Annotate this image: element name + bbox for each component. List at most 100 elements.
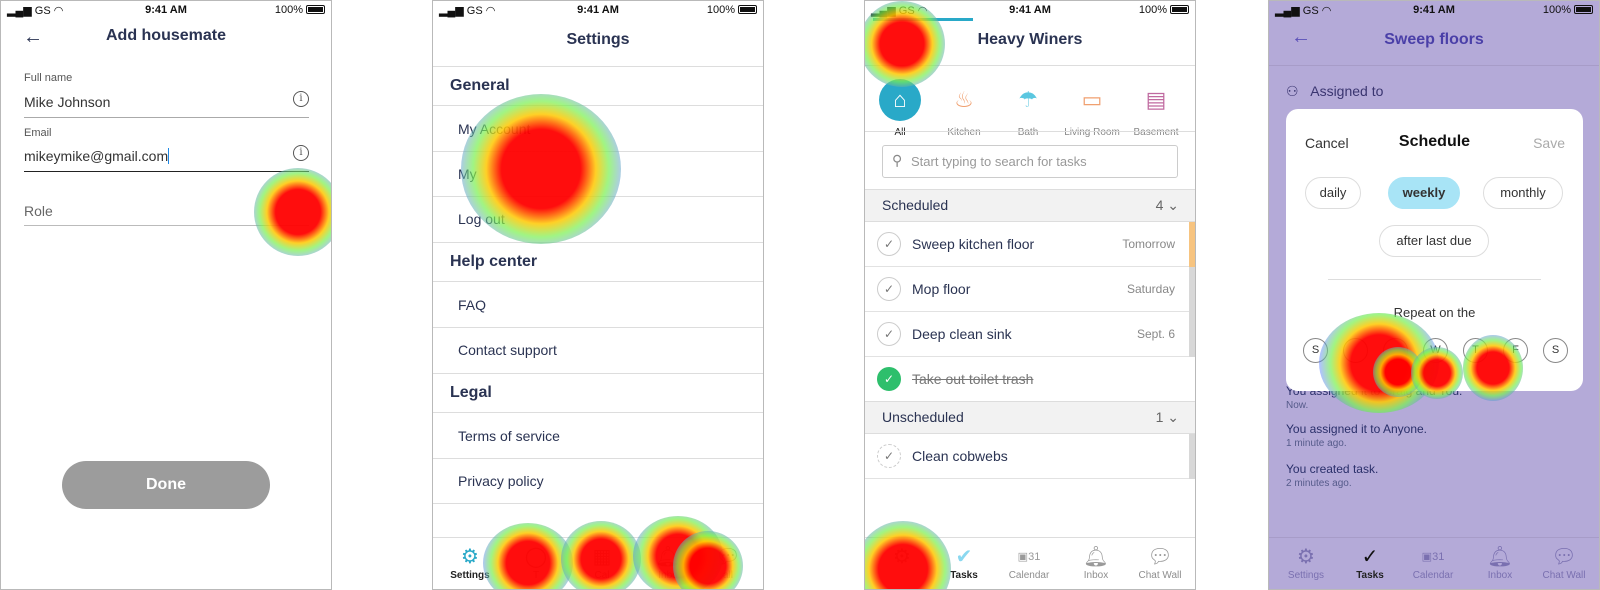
task-row-completed[interactable]: ✓ Take out toilet trash bbox=[865, 357, 1189, 402]
priority-bar bbox=[1189, 267, 1195, 312]
task-row[interactable]: ✓ Mop floor Saturday bbox=[865, 267, 1195, 312]
day-toggle[interactable]: S bbox=[1303, 338, 1328, 363]
day-toggle[interactable] bbox=[1383, 338, 1408, 363]
battery-icon bbox=[738, 5, 757, 14]
settings-item-my[interactable]: My bbox=[433, 152, 763, 197]
role-field[interactable]: Role bbox=[24, 203, 53, 219]
tab-settings[interactable]: ⚙ Settings bbox=[1273, 544, 1339, 581]
tab-inbox[interactable]: 🔔︎ Inbo bbox=[635, 544, 701, 581]
bell-icon: 🔔︎ bbox=[655, 546, 681, 568]
battery-percent: 100% bbox=[1138, 4, 1167, 16]
tab-tasks[interactable]: ◯ T bbox=[503, 544, 569, 581]
info-icon[interactable]: i bbox=[293, 91, 309, 107]
info-icon[interactable]: i bbox=[293, 145, 309, 161]
day-toggle[interactable]: F bbox=[1503, 338, 1528, 363]
status-bar: ▂▄▆ GS ◠ 9:41 AM 100% bbox=[865, 1, 1195, 19]
room-filter-living-room[interactable]: ▭ Living Room bbox=[1060, 79, 1124, 138]
gear-icon: ⚙ bbox=[461, 546, 479, 568]
room-filter-basement[interactable]: ▤ Basement bbox=[1124, 79, 1188, 138]
check-icon: ✓ bbox=[1361, 546, 1379, 568]
repeat-label: Repeat on the bbox=[1393, 305, 1476, 320]
option-weekly[interactable]: weekly bbox=[1388, 177, 1460, 209]
divider bbox=[1269, 65, 1599, 66]
settings-item-contact-support[interactable]: Contact support bbox=[433, 328, 763, 373]
room-filter-bath[interactable]: ☂ Bath bbox=[996, 79, 1060, 138]
search-input[interactable]: ⚲ Start typing to search for tasks bbox=[882, 145, 1178, 178]
task-row[interactable]: ✓ Sweep kitchen floor Tomorrow bbox=[865, 222, 1195, 267]
room-filter-all[interactable]: ⌂ All bbox=[868, 79, 932, 138]
email-label: Email bbox=[24, 127, 52, 139]
chat-icon: 💬︎ bbox=[715, 546, 741, 568]
unscheduled-count: 1 ⌄ bbox=[1155, 409, 1179, 425]
full-name-label: Full name bbox=[24, 72, 73, 84]
scheduled-count: 4 ⌄ bbox=[1155, 197, 1179, 213]
group-header-unscheduled[interactable]: Unscheduled 1 ⌄ bbox=[865, 401, 1195, 434]
bed-icon: ▭ bbox=[1081, 87, 1103, 112]
page-title: Add housemate bbox=[105, 27, 226, 44]
kitchen-icon: ♨ bbox=[954, 87, 974, 112]
tab-inbox[interactable]: 🔔︎ Inbox bbox=[1063, 544, 1129, 581]
tab-bar: ⚙ Settings ◯ T ▦ Cal 🔔︎ Inbo 💬︎ all bbox=[433, 537, 763, 589]
checkbox[interactable]: ✓ bbox=[877, 277, 901, 301]
tab-chat-wall[interactable]: 💬︎ Chat Wall bbox=[1531, 544, 1597, 581]
search-icon: ⚲ bbox=[892, 152, 903, 168]
settings-item-faq[interactable]: FAQ bbox=[433, 283, 763, 328]
day-toggle[interactable]: W bbox=[1423, 338, 1448, 363]
chat-icon: 💬︎ bbox=[1551, 546, 1577, 568]
calendar-icon: ▦ bbox=[592, 546, 612, 568]
activity-item: You created task. 2 minutes ago. bbox=[1286, 462, 1379, 489]
tab-chat-wall[interactable]: 💬︎ all bbox=[695, 544, 761, 581]
battery-percent: 100% bbox=[1542, 4, 1571, 16]
tab-inbox[interactable]: 🔔︎ Inbox bbox=[1467, 544, 1533, 581]
checkbox[interactable]: ✓ bbox=[877, 232, 901, 256]
settings-item-my-account[interactable]: My Account bbox=[433, 107, 763, 152]
room-filter-kitchen[interactable]: ♨ Kitchen bbox=[932, 79, 996, 138]
task-row[interactable]: ✓ Deep clean sink Sept. 6 bbox=[865, 312, 1195, 357]
divider bbox=[24, 171, 309, 172]
tab-calendar[interactable]: ▦ Cal bbox=[569, 544, 635, 581]
tab-chat-wall[interactable]: 💬︎ Chat Wall bbox=[1127, 544, 1193, 581]
tab-settings[interactable]: ⚙ Settings bbox=[437, 544, 503, 581]
tab-calendar[interactable]: ▣31 Calendar bbox=[1400, 544, 1466, 581]
battery-percent: 100% bbox=[274, 4, 303, 16]
house-icon: ⌂ bbox=[879, 79, 921, 121]
phone-add-housemate: ▂▄▆ GS ◠ 9:41 AM 100% ← Add housemate Fu… bbox=[0, 0, 332, 590]
save-button[interactable]: Save bbox=[1533, 135, 1565, 151]
settings-item-privacy[interactable]: Privacy policy bbox=[433, 459, 763, 504]
checkbox[interactable]: ✓ bbox=[877, 322, 901, 346]
section-header-legal: Legal bbox=[433, 373, 763, 413]
basement-icon: ▤ bbox=[1145, 87, 1167, 112]
checkbox[interactable]: ✓ bbox=[877, 444, 901, 468]
full-name-field[interactable]: Mike Johnson bbox=[24, 94, 110, 110]
status-bar: ▂▄▆ GS ◠ 9:41 AM 100% bbox=[1, 1, 331, 19]
day-toggle[interactable]: T bbox=[1463, 338, 1488, 363]
phone-settings: ▂▄▆ GS ◠ 9:41 AM 100% Settings General M… bbox=[432, 0, 764, 590]
option-after-last-due[interactable]: after last due bbox=[1379, 225, 1489, 257]
tab-bar: ⚙ ✔ Tasks ▣31 Calendar 🔔︎ Inbox 💬︎ Chat Wall bbox=[865, 537, 1195, 589]
settings-item-log-out[interactable]: Log out bbox=[433, 197, 763, 242]
task-row[interactable]: ✓ Clean cobwebs bbox=[865, 434, 1195, 479]
heatmap-blob bbox=[254, 168, 331, 256]
priority-bar bbox=[1189, 312, 1195, 357]
tab-bar: ⚙ Settings ✓ Tasks ▣31 Calendar 🔔︎ Inbox 💬︎ C… bbox=[1269, 537, 1599, 589]
checkbox-checked[interactable]: ✓ bbox=[877, 367, 901, 391]
tab-calendar[interactable]: ▣31 Calendar bbox=[996, 544, 1062, 581]
gear-icon: ⚙ bbox=[893, 546, 911, 568]
schedule-modal: Cancel Schedule Save daily weekly monthl… bbox=[1286, 109, 1583, 391]
done-button[interactable]: Done bbox=[62, 461, 270, 509]
tab-tasks[interactable]: ✓ Tasks bbox=[1337, 544, 1403, 581]
email-field[interactable]: mikeymike@gmail.com bbox=[24, 148, 170, 164]
group-header-scheduled[interactable]: Scheduled 4 ⌄ bbox=[865, 189, 1195, 222]
tab-tasks[interactable]: ✔ Tasks bbox=[931, 544, 997, 581]
check-icon: ◯ bbox=[524, 546, 548, 568]
settings-item-terms[interactable]: Terms of service bbox=[433, 414, 763, 459]
option-daily[interactable]: daily bbox=[1305, 177, 1361, 209]
tab-settings[interactable]: ⚙ bbox=[869, 544, 935, 570]
page-title: Settings bbox=[566, 31, 630, 48]
battery-icon bbox=[1170, 5, 1189, 14]
bell-icon: 🔔︎ bbox=[1487, 546, 1513, 568]
priority-bar bbox=[1189, 222, 1195, 267]
day-toggle[interactable]: S bbox=[1543, 338, 1568, 363]
day-toggle[interactable] bbox=[1343, 338, 1368, 363]
option-monthly[interactable]: monthly bbox=[1483, 177, 1563, 209]
